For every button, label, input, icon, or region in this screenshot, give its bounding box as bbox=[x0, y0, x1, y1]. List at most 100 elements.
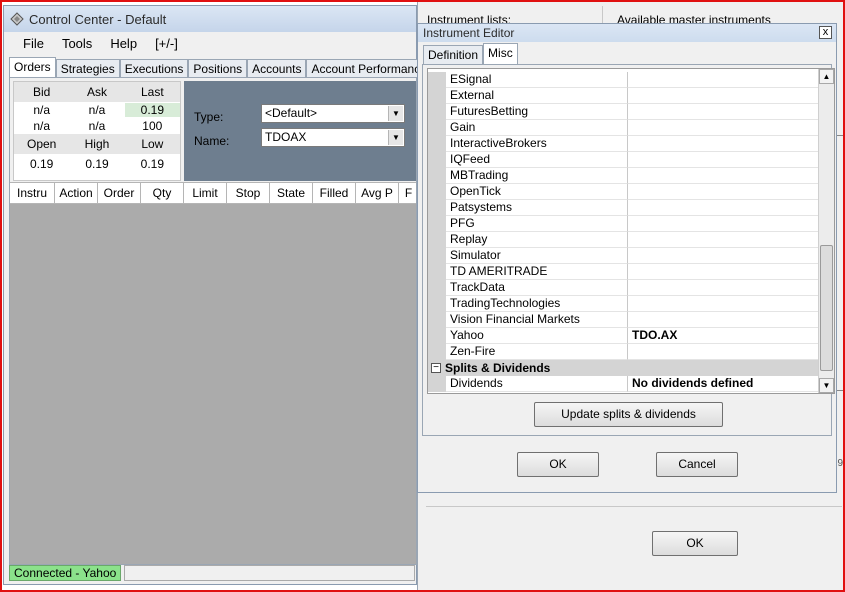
property-name: IQFeed bbox=[446, 152, 628, 168]
quote-last-size: 100 bbox=[142, 119, 163, 133]
orders-grid-body[interactable] bbox=[10, 204, 416, 564]
update-splits-dividends-button[interactable]: Update splits & dividends bbox=[534, 402, 723, 427]
collapse-icon[interactable]: − bbox=[431, 363, 441, 373]
property-gutter bbox=[428, 232, 446, 248]
property-row-dividends[interactable]: Dividends No dividends defined bbox=[428, 376, 820, 392]
col-qty[interactable]: Qty bbox=[141, 183, 184, 203]
property-gutter bbox=[428, 72, 446, 88]
property-row[interactable]: IQFeed bbox=[428, 152, 820, 168]
property-value[interactable] bbox=[628, 344, 820, 360]
property-row[interactable]: Patsystems bbox=[428, 200, 820, 216]
property-row[interactable]: Zen-Fire bbox=[428, 344, 820, 360]
property-value[interactable] bbox=[628, 104, 820, 120]
editor-ok-button[interactable]: OK bbox=[517, 452, 599, 477]
scroll-up-icon[interactable]: ▲ bbox=[819, 69, 834, 84]
property-grid-scrollbar[interactable]: ▲ ▼ bbox=[818, 69, 834, 393]
col-action[interactable]: Action bbox=[55, 183, 98, 203]
tab-positions[interactable]: Positions bbox=[188, 59, 248, 78]
col-stop[interactable]: Stop bbox=[227, 183, 270, 203]
category-splits-dividends[interactable]: − Splits & Dividends bbox=[428, 360, 820, 376]
property-value[interactable] bbox=[628, 216, 820, 232]
property-value[interactable] bbox=[628, 280, 820, 296]
property-value[interactable] bbox=[628, 168, 820, 184]
quote-panel: Bid Ask Last n/a n/a 0.19 n/a n/a 100 Op… bbox=[13, 81, 181, 181]
quote-header-row: Bid Ask Last bbox=[14, 82, 180, 102]
close-icon[interactable]: x bbox=[819, 26, 832, 39]
orders-grid-header: Instru Action Order Qty Limit Stop State… bbox=[10, 182, 416, 204]
property-value[interactable]: TDO.AX bbox=[628, 328, 820, 344]
property-name: OpenTick bbox=[446, 184, 628, 200]
quote-ask-header: Ask bbox=[86, 85, 107, 99]
property-row[interactable]: TD AMERITRADE bbox=[428, 264, 820, 280]
quote-last-header: Last bbox=[140, 85, 164, 99]
col-avg-price[interactable]: Avg P bbox=[356, 183, 399, 203]
property-row[interactable]: InteractiveBrokers bbox=[428, 136, 820, 152]
property-value[interactable] bbox=[628, 232, 820, 248]
col-filled[interactable]: Filled bbox=[313, 183, 356, 203]
property-value[interactable] bbox=[628, 184, 820, 200]
edge-digit: 9 bbox=[837, 458, 843, 469]
property-gutter bbox=[428, 104, 446, 120]
tab-account-performance[interactable]: Account Performance bbox=[306, 59, 432, 78]
menu-file[interactable]: File bbox=[14, 36, 53, 51]
property-value[interactable] bbox=[628, 296, 820, 312]
chevron-down-icon[interactable]: ▼ bbox=[388, 106, 403, 121]
property-value[interactable] bbox=[628, 248, 820, 264]
quote-ask-size: n/a bbox=[88, 119, 106, 133]
high-header: High bbox=[84, 137, 110, 151]
tab-accounts[interactable]: Accounts bbox=[247, 59, 307, 78]
editor-cancel-button[interactable]: Cancel bbox=[656, 452, 738, 477]
type-select[interactable]: <Default> ▼ bbox=[261, 104, 405, 123]
tab-definition[interactable]: Definition bbox=[423, 45, 484, 64]
misc-tab-body: Dividends No dividends defined − Splits & D… bbox=[422, 64, 835, 436]
menu-toggle[interactable]: [+/-] bbox=[146, 36, 187, 51]
property-value[interactable]: No dividends defined bbox=[628, 376, 820, 392]
property-row[interactable]: Replay bbox=[428, 232, 820, 248]
quote-size-row: n/a n/a 100 bbox=[14, 118, 180, 134]
property-row[interactable]: PFG bbox=[428, 216, 820, 232]
scroll-thumb[interactable] bbox=[820, 245, 833, 371]
property-row[interactable]: Vision Financial Markets bbox=[428, 312, 820, 328]
property-value[interactable] bbox=[628, 312, 820, 328]
scroll-down-icon[interactable]: ▼ bbox=[819, 378, 834, 393]
property-row[interactable]: OpenTick bbox=[428, 184, 820, 200]
col-instrument[interactable]: Instru bbox=[10, 183, 55, 203]
property-value[interactable] bbox=[628, 72, 820, 88]
col-more[interactable]: F bbox=[399, 183, 416, 203]
property-value[interactable] bbox=[628, 200, 820, 216]
manager-ok-button[interactable]: OK bbox=[652, 531, 738, 556]
chevron-down-icon[interactable]: ▼ bbox=[388, 130, 403, 145]
col-limit[interactable]: Limit bbox=[184, 183, 227, 203]
property-row[interactable]: ESignal bbox=[428, 72, 820, 88]
property-row[interactable]: Yahoo TDO.AX bbox=[428, 328, 820, 344]
property-value[interactable] bbox=[628, 136, 820, 152]
property-row[interactable]: External bbox=[428, 88, 820, 104]
property-gutter bbox=[428, 184, 446, 200]
menu-help[interactable]: Help bbox=[101, 36, 146, 51]
property-row[interactable]: Simulator bbox=[428, 248, 820, 264]
col-order[interactable]: Order bbox=[98, 183, 141, 203]
control-center-titlebar[interactable]: Control Center - Default bbox=[4, 6, 416, 32]
property-value[interactable] bbox=[628, 88, 820, 104]
property-row[interactable]: TradingTechnologies bbox=[428, 296, 820, 312]
property-value[interactable] bbox=[628, 120, 820, 136]
property-row[interactable]: Gain bbox=[428, 120, 820, 136]
property-row[interactable]: FuturesBetting bbox=[428, 104, 820, 120]
menu-bar: File Tools Help [+/-] bbox=[4, 32, 416, 54]
tab-strategies[interactable]: Strategies bbox=[55, 59, 120, 78]
name-select[interactable]: TDOAX ▼ bbox=[261, 128, 405, 147]
property-value[interactable] bbox=[628, 152, 820, 168]
tab-misc[interactable]: Misc bbox=[483, 43, 518, 65]
property-row[interactable]: MBTrading bbox=[428, 168, 820, 184]
instrument-editor-titlebar[interactable]: Instrument Editor bbox=[418, 24, 836, 42]
open-header: Open bbox=[26, 137, 57, 151]
tab-executions[interactable]: Executions bbox=[119, 59, 189, 78]
col-state[interactable]: State bbox=[270, 183, 313, 203]
property-gutter bbox=[428, 120, 446, 136]
ohl-header-row: Open High Low bbox=[14, 134, 180, 154]
menu-tools[interactable]: Tools bbox=[53, 36, 101, 51]
property-value[interactable] bbox=[628, 264, 820, 280]
status-bar: Connected - Yahoo bbox=[9, 565, 415, 581]
tab-orders[interactable]: Orders bbox=[9, 57, 56, 78]
property-row[interactable]: TrackData bbox=[428, 280, 820, 296]
